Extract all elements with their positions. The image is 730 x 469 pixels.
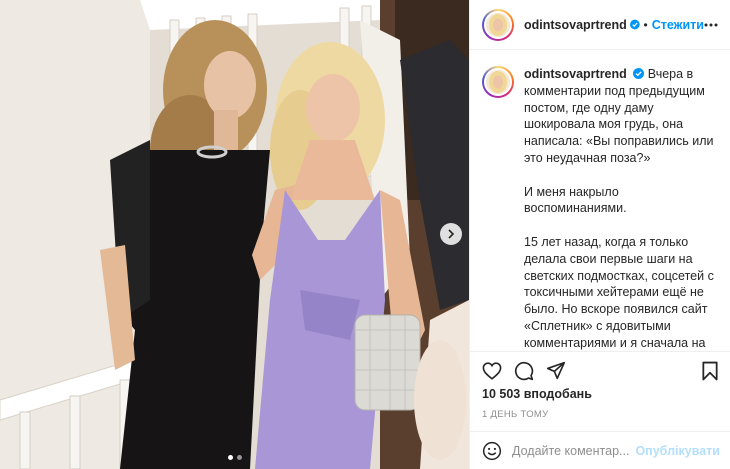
carousel-dot-active xyxy=(227,455,233,460)
comment-icon[interactable] xyxy=(514,361,534,381)
verified-badge-icon xyxy=(633,68,645,79)
caption-username[interactable]: odintsovaprtrend xyxy=(524,67,627,81)
comment-bar: Опублікувати xyxy=(470,431,730,469)
bookmark-icon[interactable] xyxy=(702,361,718,381)
action-bar xyxy=(470,351,730,381)
more-options-icon xyxy=(704,23,718,26)
more-options-button[interactable] xyxy=(704,23,718,27)
caption-paragraph: Вчера в комментарии под предыдущим посто… xyxy=(524,67,714,165)
carousel-indicator xyxy=(0,455,469,460)
post-header: odintsovaprtrend • Стежити xyxy=(470,0,730,50)
post-footer: 10 503 вподобань 1 день тому xyxy=(470,351,730,420)
verified-badge-icon xyxy=(629,19,640,30)
emoji-icon[interactable] xyxy=(482,441,502,461)
caption-area: odintsovaprtrend Вчера в комментарии под… xyxy=(470,50,730,382)
heart-icon[interactable] xyxy=(482,361,502,380)
separator-dot: • xyxy=(643,17,648,32)
avatar-image xyxy=(486,12,510,37)
likes-count[interactable]: 10 503 вподобань xyxy=(470,381,730,401)
caption-avatar[interactable] xyxy=(482,66,514,98)
carousel-dot xyxy=(236,455,242,460)
photo-illustration xyxy=(0,0,469,469)
carousel-next-button[interactable] xyxy=(440,223,462,245)
avatar-image xyxy=(486,70,510,94)
post-timestamp[interactable]: 1 день тому xyxy=(470,401,730,420)
follow-button[interactable]: Стежити xyxy=(652,18,704,32)
avatar[interactable] xyxy=(482,8,514,41)
share-icon[interactable] xyxy=(546,361,566,380)
post-photo[interactable] xyxy=(0,0,469,469)
username-link[interactable]: odintsovaprtrend xyxy=(524,18,627,32)
publish-button[interactable]: Опублікувати xyxy=(635,444,720,458)
caption-paragraph: И меня накрыло воспоминаниями. xyxy=(524,184,627,216)
comment-input[interactable] xyxy=(512,443,636,458)
post-side-panel: odintsovaprtrend • Стежити odintsovaprtr… xyxy=(469,0,730,469)
instagram-post: odintsovaprtrend • Стежити odintsovaprtr… xyxy=(0,0,730,469)
chevron-right-icon xyxy=(448,229,455,239)
caption-text: odintsovaprtrend Вчера в комментарии под… xyxy=(524,66,718,382)
